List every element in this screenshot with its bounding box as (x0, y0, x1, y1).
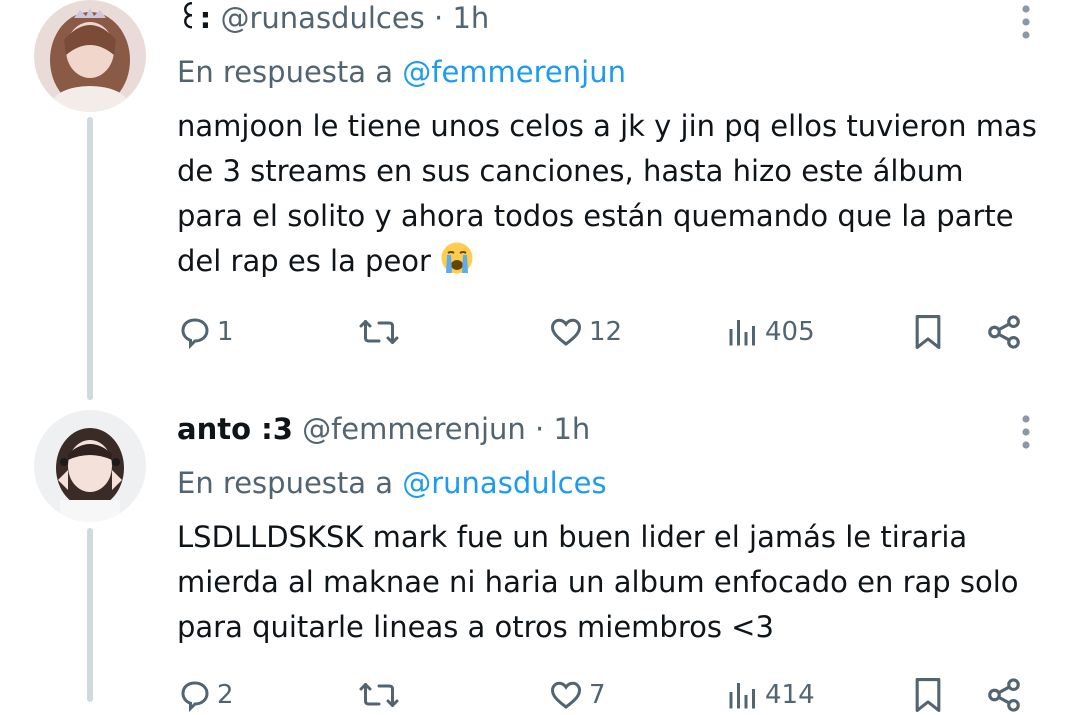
tweet-text-line: del rap es la peor (177, 239, 1057, 288)
thread-connector (87, 528, 93, 702)
avatar[interactable] (34, 0, 146, 112)
like-button[interactable]: 12 (547, 312, 622, 352)
share-icon (985, 676, 1023, 714)
share-button[interactable] (985, 675, 1023, 715)
tweet-header: ꒰: @runasdulces · 1h (177, 0, 489, 36)
tweet-text-line: de 3 streams en sus canciones, hasta hiz… (177, 154, 964, 188)
action-bar: 1 12 405 (177, 312, 1037, 352)
separator: · (535, 412, 545, 446)
bookmark-icon (911, 313, 945, 351)
views-count: 414 (765, 680, 815, 710)
tweet-text: namjoon le tiene unos celos a jk y jin p… (177, 104, 1057, 288)
more-icon[interactable] (1020, 414, 1032, 450)
tweet-text: LSDLLDSKSK mark fue un buen lider el jam… (177, 515, 1057, 650)
reply-prefix: En respuesta a (177, 466, 394, 500)
reply-icon (177, 314, 213, 350)
heart-icon (547, 677, 585, 713)
bookmark-button[interactable] (911, 312, 945, 352)
user-handle[interactable]: @femmerenjun (302, 412, 526, 446)
share-icon (985, 313, 1023, 351)
tweet-text-segment: del rap es la peor (177, 244, 431, 278)
reply-button[interactable]: 1 (177, 312, 234, 352)
retweet-button[interactable] (357, 312, 405, 352)
views-button[interactable]: 405 (725, 312, 815, 352)
tweet-text-line: para quitarle lineas a otros miembros <3 (177, 610, 774, 644)
reply-context: En respuesta a @runasdulces (177, 465, 607, 501)
reply-mention[interactable]: @femmerenjun (402, 55, 626, 89)
views-icon (725, 677, 761, 713)
display-name[interactable]: ꒰: (177, 1, 211, 35)
reply-icon (177, 677, 213, 713)
tweet-header: anto :3 @femmerenjun · 1h (177, 411, 590, 447)
reply-button[interactable]: 2 (177, 675, 234, 715)
timestamp[interactable]: 1h (452, 1, 489, 35)
share-button[interactable] (985, 312, 1023, 352)
retweet-button[interactable] (357, 675, 405, 715)
like-count: 7 (589, 680, 606, 710)
loudly-crying-face-icon (440, 241, 474, 288)
separator: · (434, 1, 444, 35)
reply-mention[interactable]: @runasdulces (402, 466, 606, 500)
like-count: 12 (589, 317, 623, 347)
tweet[interactable]: ꒰: @runasdulces · 1h En respuesta a @fem… (0, 0, 1080, 400)
bookmark-icon (911, 676, 945, 714)
tweet-text-line: LSDLLDSKSK mark fue un buen lider el jam… (177, 520, 968, 554)
thread-connector (87, 117, 93, 400)
retweet-icon (357, 677, 401, 713)
user-handle[interactable]: @runasdulces (220, 1, 424, 35)
reply-context: En respuesta a @femmerenjun (177, 54, 626, 90)
more-icon[interactable] (1020, 4, 1032, 40)
timestamp[interactable]: 1h (553, 412, 590, 446)
views-count: 405 (765, 317, 815, 347)
reply-count: 2 (217, 680, 234, 710)
views-button[interactable]: 414 (725, 675, 815, 715)
tweet-text-line: para el solito y ahora todos están quema… (177, 199, 1014, 233)
retweet-icon (357, 314, 401, 350)
reply-count: 1 (217, 317, 234, 347)
action-bar: 2 7 414 (177, 675, 1037, 715)
bookmark-button[interactable] (911, 675, 945, 715)
avatar[interactable] (34, 410, 146, 522)
tweet[interactable]: anto :3 @femmerenjun · 1h En respuesta a… (0, 400, 1080, 713)
tweet-text-line: namjoon le tiene unos celos a jk y jin p… (177, 109, 1037, 143)
reply-prefix: En respuesta a (177, 55, 394, 89)
views-icon (725, 314, 761, 350)
heart-icon (547, 314, 585, 350)
tweet-text-line: mierda al maknae ni haria un album enfoc… (177, 565, 1019, 599)
like-button[interactable]: 7 (547, 675, 606, 715)
display-name[interactable]: anto :3 (177, 412, 293, 446)
